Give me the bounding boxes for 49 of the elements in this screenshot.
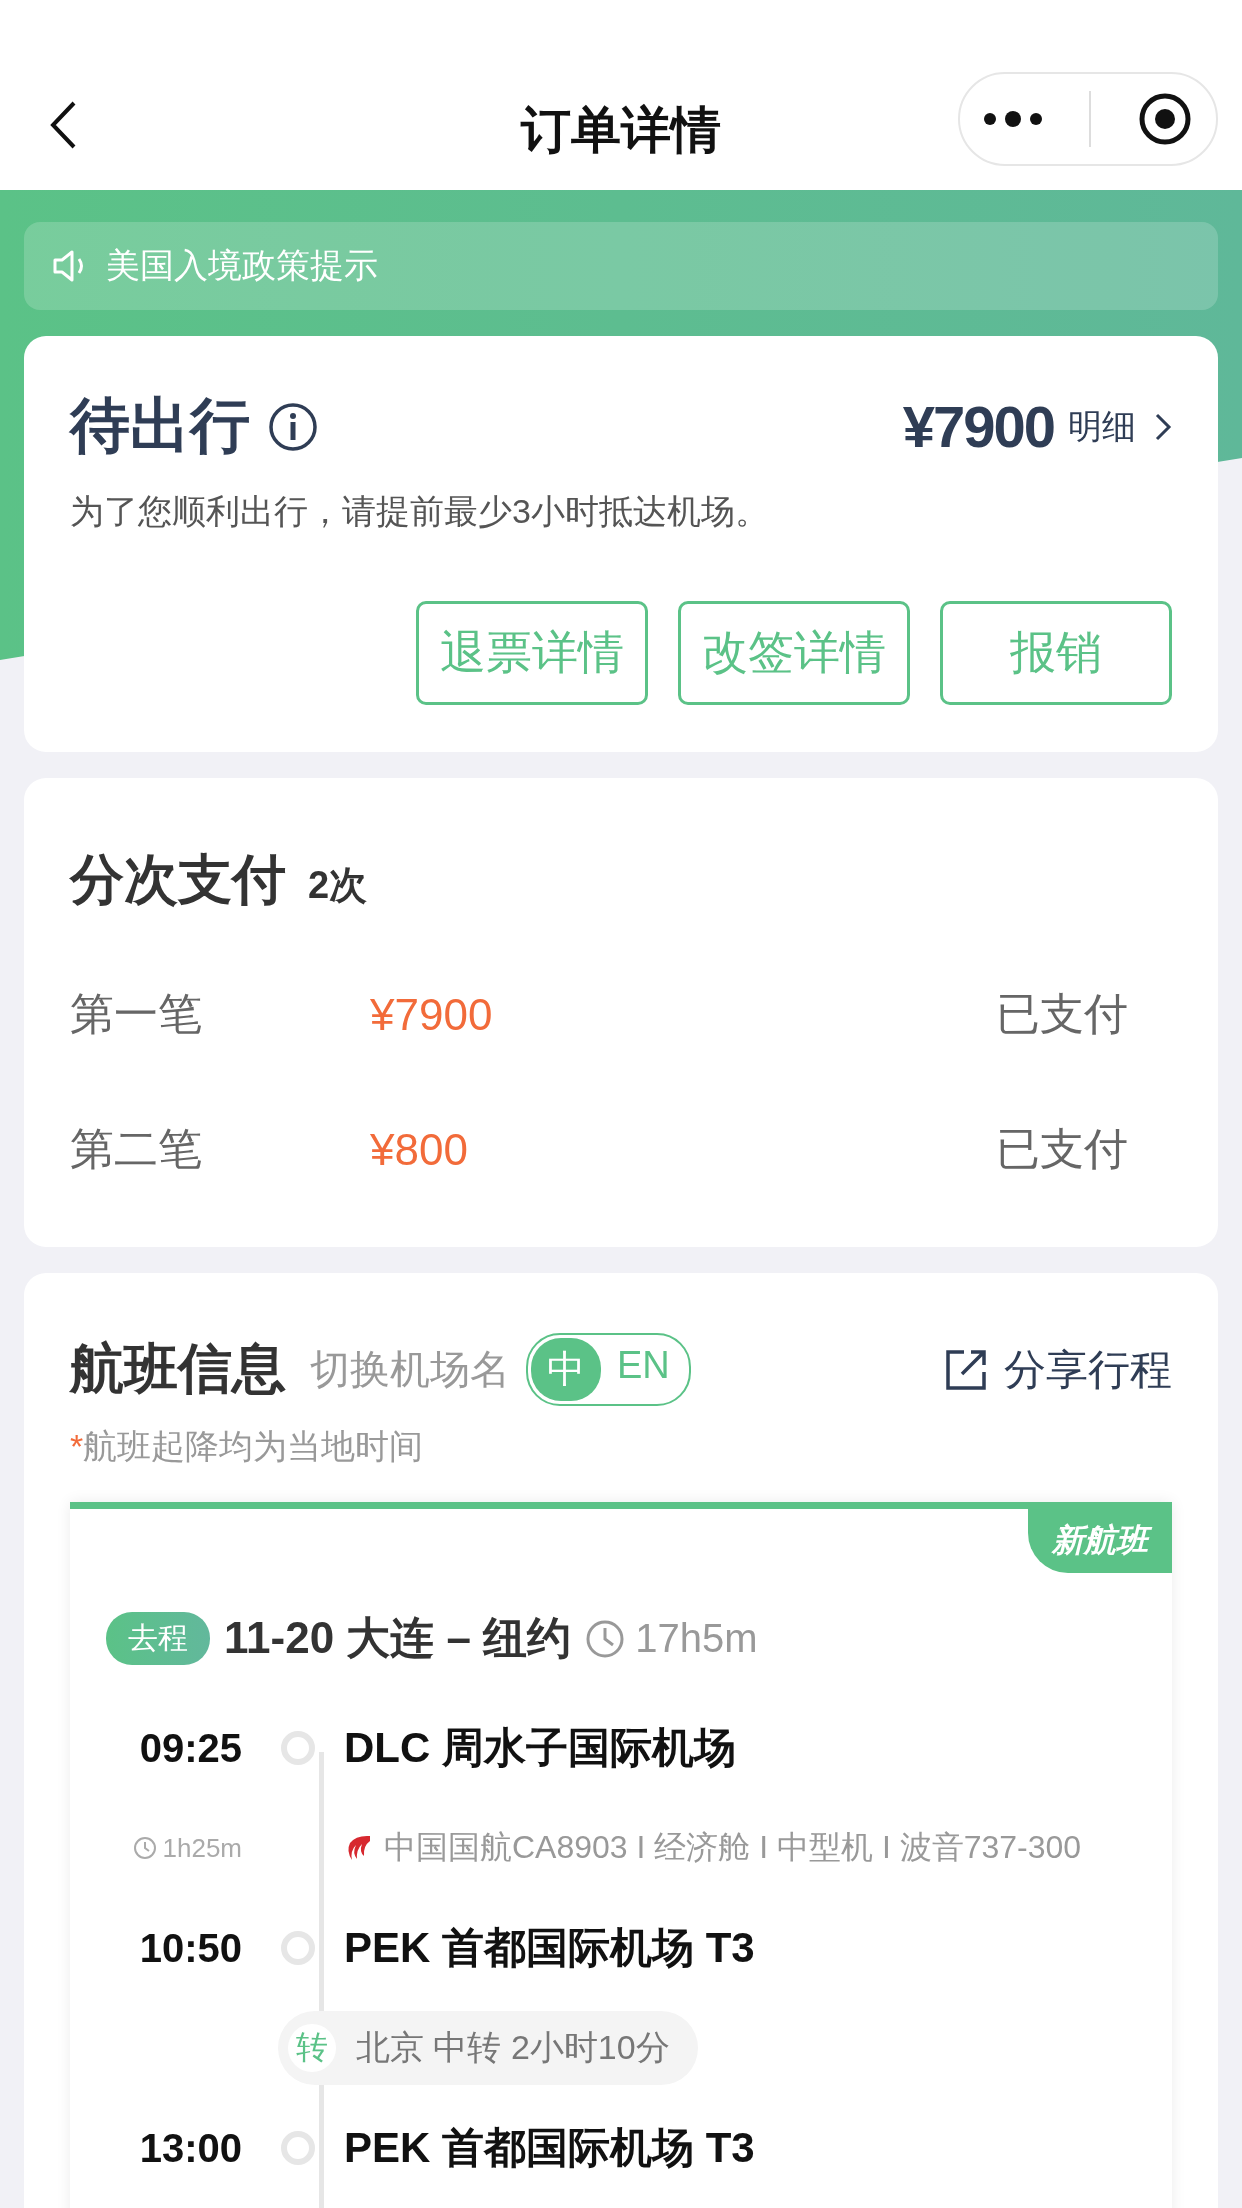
payment-status: 已支付	[996, 1123, 1128, 1175]
airport-name: DLC 周水子国际机场	[344, 1723, 736, 1773]
section-title: 分次支付	[70, 848, 286, 911]
departure-time: 10:50	[138, 1925, 242, 1971]
language-toggle[interactable]: 中 EN	[526, 1333, 691, 1406]
clock-icon	[132, 1836, 157, 1860]
travel-hint: 为了您顺利出行，请提前最少3小时抵达机场。	[70, 491, 770, 532]
payment-label: 第二笔	[70, 1123, 203, 1175]
notice-text: 美国入境政策提示	[106, 245, 378, 286]
timeline-dot	[281, 1931, 315, 1965]
price-detail-link[interactable]: 明细	[1068, 403, 1136, 450]
local-time-note: *航班起降均为当地时间	[70, 1426, 425, 1467]
departure-time: 09:25	[138, 1725, 242, 1771]
timeline-dot	[281, 1731, 315, 1765]
transfer-text: 北京 中转 2小时10分	[356, 2027, 670, 2068]
flight-duration: 1h25m	[162, 1832, 242, 1864]
language-option[interactable]: EN	[601, 1338, 686, 1401]
section-title: 航班信息	[70, 1337, 286, 1400]
order-status: 待出行	[70, 391, 250, 461]
airport-name: PEK 首都国际机场 T3	[344, 2123, 755, 2173]
page-title: 订单详情	[521, 100, 721, 160]
payment-label: 第一笔	[70, 988, 203, 1040]
order-action-button[interactable]: 报销	[940, 601, 1172, 705]
payment-amount: ¥800	[370, 1124, 468, 1175]
notice-bar[interactable]: 美国入境政策提示	[24, 222, 1218, 310]
back-icon[interactable]	[48, 100, 78, 150]
chevron-right-icon[interactable]	[1154, 411, 1172, 442]
airport-name: PEK 首都国际机场 T3	[344, 1923, 755, 1973]
more-icon[interactable]	[983, 111, 1042, 127]
flight-info: 中国国航CA8903 I 经济舱 I 中型机 I 波音737-300	[384, 1828, 1082, 1867]
order-action-button[interactable]: 改签详情	[678, 601, 910, 705]
language-option[interactable]: 中	[531, 1338, 601, 1401]
info-icon[interactable]	[268, 401, 318, 452]
transfer-mark: 转	[288, 2024, 336, 2072]
share-itinerary-link[interactable]: 分享行程	[1004, 1341, 1172, 1398]
clock-icon	[585, 1618, 626, 1659]
departure-time: 13:00	[138, 2125, 242, 2171]
payment-status: 已支付	[996, 988, 1128, 1040]
order-action-button[interactable]: 退票详情	[416, 601, 648, 705]
new-flight-badge: 新航班	[1028, 1509, 1172, 1573]
timeline-dot	[281, 2131, 315, 2165]
switch-label: 切换机场名	[310, 1346, 510, 1393]
payment-amount: ¥7900	[370, 989, 493, 1040]
route-title: 11-20 大连 – 纽约	[224, 1612, 572, 1664]
trip-tag: 去程	[106, 1612, 210, 1665]
total-price: ¥7900	[902, 393, 1054, 460]
share-icon[interactable]	[944, 1347, 988, 1392]
payment-count: 2次	[308, 863, 368, 908]
total-duration: 17h5m	[635, 1616, 758, 1661]
